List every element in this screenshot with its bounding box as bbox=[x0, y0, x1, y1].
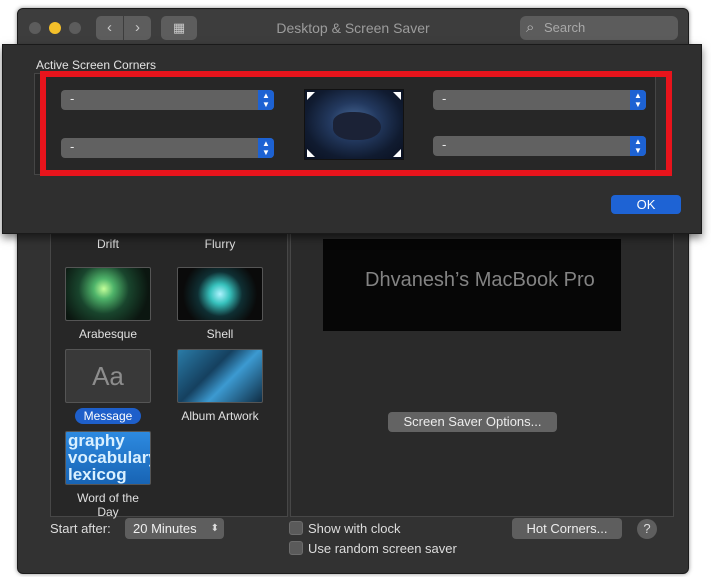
start-after-select[interactable]: 20 Minutes ⬍ bbox=[125, 518, 224, 539]
search-field[interactable]: ⌕ Search bbox=[520, 16, 678, 40]
screen-saver-thumbnail bbox=[65, 267, 151, 321]
screen-saver-arabesque[interactable]: Arabesque bbox=[60, 267, 156, 342]
title-bar: ‹ › ▦ Desktop & Screen Saver ⌕ Search bbox=[18, 9, 688, 47]
ok-button[interactable]: OK bbox=[611, 195, 681, 214]
preview-message-text: Dhvanesh’s MacBook Pro bbox=[365, 269, 595, 291]
screen-saver-label: Album Artwork bbox=[181, 409, 259, 423]
top-left-corner-select[interactable]: - ▲ ▼ bbox=[61, 90, 274, 110]
screen-saver-thumbnail bbox=[177, 267, 263, 321]
corner-value: - bbox=[70, 91, 75, 106]
search-icon: ⌕ bbox=[526, 19, 535, 36]
bottom-left-corner-select[interactable]: - ▲ ▼ bbox=[61, 138, 274, 158]
desktop-preview-image bbox=[304, 89, 404, 160]
corner-marker-top-right bbox=[393, 92, 401, 100]
hot-corners-button[interactable]: Hot Corners... bbox=[512, 518, 622, 539]
screen-saver-label: Word of the Day bbox=[77, 491, 139, 519]
corner-value: - bbox=[442, 91, 447, 106]
island-shape bbox=[333, 112, 381, 140]
bottom-right-corner-select[interactable]: - ▲ ▼ bbox=[433, 136, 646, 156]
chevron-updown-icon: ▲ ▼ bbox=[258, 90, 274, 110]
screen-saver-message[interactable]: Aa Message bbox=[60, 349, 156, 424]
chevron-updown-icon: ▲ ▼ bbox=[630, 90, 646, 110]
random-screen-saver-checkbox[interactable] bbox=[289, 541, 303, 555]
chevron-updown-icon: ⬍ bbox=[210, 523, 219, 534]
screen-saver-shell[interactable]: Shell bbox=[172, 267, 268, 342]
screen-saver-thumbnail: graphy vocabulary lexicog bbox=[65, 431, 151, 485]
corner-value: - bbox=[442, 137, 447, 152]
chevron-updown-icon: ▲ ▼ bbox=[630, 136, 646, 156]
start-after-label: Start after: bbox=[50, 521, 111, 536]
show-with-clock-label: Show with clock bbox=[308, 521, 401, 536]
screen-saver-album-artwork[interactable]: Album Artwork bbox=[172, 349, 268, 424]
corner-marker-top-left bbox=[307, 92, 315, 100]
show-with-clock-checkbox[interactable] bbox=[289, 521, 303, 535]
screen-saver-word-of-the-day[interactable]: graphy vocabulary lexicog Word of the Da… bbox=[60, 431, 156, 520]
search-placeholder: Search bbox=[544, 20, 586, 35]
screen-saver-label: Shell bbox=[206, 327, 234, 341]
screen-saver-options-button[interactable]: Screen Saver Options... bbox=[388, 412, 557, 432]
screen-saver-label: Arabesque bbox=[78, 327, 138, 341]
top-right-corner-select[interactable]: - ▲ ▼ bbox=[433, 90, 646, 110]
screen-saver-thumbnail: Aa bbox=[65, 349, 151, 403]
screen-saver-label: Flurry bbox=[204, 237, 236, 251]
chevron-updown-icon: ▲ ▼ bbox=[258, 138, 274, 158]
corner-marker-bottom-left bbox=[307, 149, 315, 157]
help-button[interactable]: ? bbox=[637, 519, 657, 539]
screen-saver-preview: Dhvanesh’s MacBook Pro bbox=[323, 239, 621, 331]
screen-saver-label: Message bbox=[74, 408, 142, 424]
corner-value: - bbox=[70, 139, 75, 154]
screen-saver-label: Drift bbox=[97, 237, 119, 251]
screen-saver-flurry[interactable]: Flurry bbox=[172, 231, 268, 252]
sheet-title: Active Screen Corners bbox=[36, 58, 157, 72]
screen-saver-thumbnail bbox=[177, 349, 263, 403]
active-screen-corners-sheet: Active Screen Corners - ▲ ▼ - ▲ ▼ - ▲ ▼ - ▲… bbox=[2, 44, 702, 234]
screen-saver-drift[interactable]: Drift bbox=[60, 231, 156, 252]
random-screen-saver-label: Use random screen saver bbox=[308, 541, 457, 556]
start-after-value: 20 Minutes bbox=[133, 521, 197, 536]
corner-marker-bottom-right bbox=[393, 149, 401, 157]
